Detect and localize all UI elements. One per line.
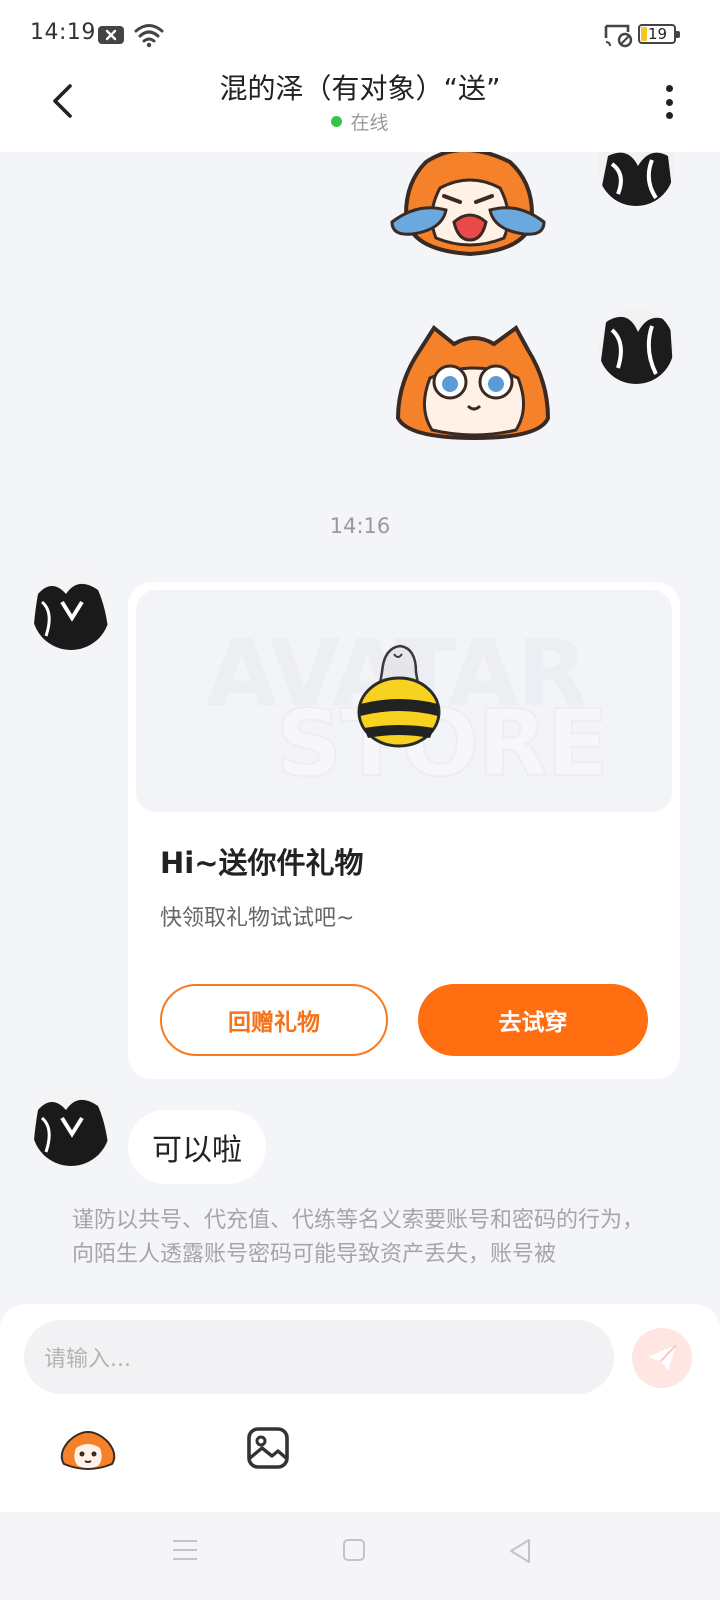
cast-icon [604, 24, 633, 48]
try-on-button[interactable]: 去试穿 [418, 984, 648, 1056]
back-button[interactable] [38, 76, 88, 126]
online-label: 在线 [350, 112, 389, 134]
status-bar: 14:19 19 [0, 0, 720, 70]
gift-card[interactable]: AVATAR STORE Hi~送你件礼物 快领取礼物试试吧~ 回赠礼物 去试穿 [128, 582, 680, 1079]
status-time: 14:19 [30, 20, 96, 45]
battery-level: 19 [648, 25, 668, 43]
battery-icon: 19 [638, 24, 680, 44]
security-notice: 谨防以共号、代充值、代练等名义索要账号和密码的行为，向陌生人透露账号密码可能导致… [72, 1208, 645, 1267]
more-dot [665, 112, 673, 119]
more-dot [665, 98, 673, 106]
friend-avatar[interactable] [32, 572, 110, 650]
title-block: 混的泽（有对象）“送” 在线 [120, 70, 600, 135]
gift-title: Hi~送你件礼物 [160, 846, 364, 880]
my-avatar[interactable] [598, 152, 674, 206]
avatar-image [598, 152, 674, 206]
message-input[interactable]: 请输入... [24, 1320, 614, 1394]
more-options-button[interactable] [654, 82, 684, 122]
image-button[interactable] [246, 1426, 296, 1476]
more-dot [665, 85, 673, 92]
system-nav-bar [0, 1512, 720, 1600]
online-dot [331, 116, 343, 127]
send-button[interactable] [632, 1328, 692, 1388]
chat-area[interactable]: 14:16 AVATAR STORE Hi~送你件礼物 快领取礼物试试吧~ 回赠… [0, 152, 720, 1300]
notification-icon [98, 26, 124, 44]
chat-title: 混的泽（有对象）“送” [219, 72, 501, 105]
text-message-bubble[interactable]: 可以啦 [128, 1110, 266, 1184]
avatar-image [598, 308, 674, 384]
crying-sticker [390, 152, 546, 257]
chevron-left-icon [53, 84, 72, 118]
menu-icon[interactable] [172, 1538, 198, 1562]
my-avatar[interactable] [598, 308, 674, 384]
send-icon [648, 1344, 677, 1371]
bee-costume-gift-icon [357, 644, 441, 748]
sticker-button[interactable] [58, 1424, 128, 1480]
gift-subtitle: 快领取礼物试试吧~ [160, 906, 355, 931]
home-icon[interactable] [342, 1538, 366, 1562]
avatar-image [32, 572, 110, 650]
wifi-icon [134, 24, 164, 48]
chat-header: 混的泽（有对象）“送” 在线 [0, 70, 720, 152]
teary-eyes-sticker [395, 325, 551, 441]
message-timestamp: 14:16 [329, 514, 391, 538]
online-status: 在线 [120, 108, 600, 135]
back-nav-icon[interactable] [508, 1538, 532, 1564]
mascot-sticker-icon [60, 1431, 116, 1470]
return-gift-button[interactable]: 回赠礼物 [160, 984, 388, 1056]
image-icon [247, 1427, 289, 1469]
friend-avatar[interactable] [32, 1088, 110, 1166]
avatar-image [32, 1088, 110, 1166]
input-area: 请输入... [0, 1304, 720, 1512]
gift-banner: AVATAR STORE [136, 590, 672, 812]
